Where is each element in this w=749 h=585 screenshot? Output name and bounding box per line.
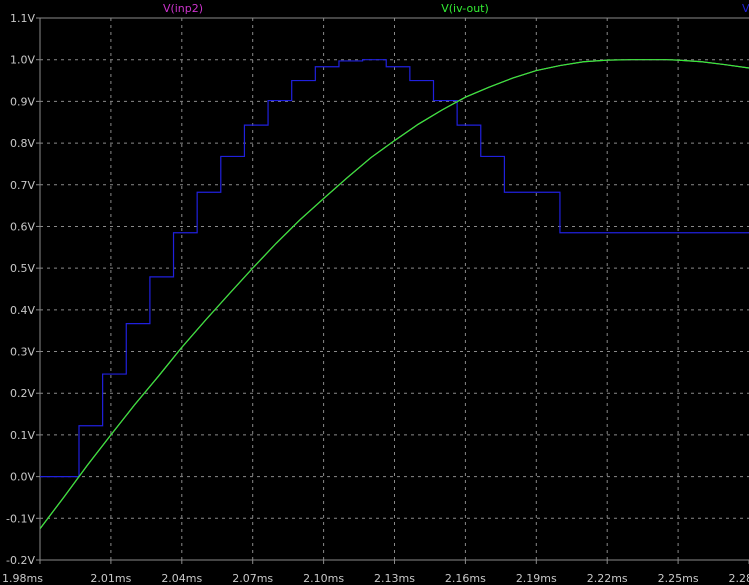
x-tick-label: 2.28ms xyxy=(729,572,749,585)
y-tick-label: 0.9V xyxy=(10,95,35,108)
y-tick-label: 1.1V xyxy=(10,12,35,25)
y-tick-label: 0.6V xyxy=(10,220,35,233)
y-tick-label: 1.0V xyxy=(10,54,35,67)
y-tick-label: -0.1V xyxy=(6,512,35,525)
plot-frame xyxy=(39,17,749,561)
y-tick-label: 0.7V xyxy=(10,179,35,192)
legend: V(inp2) V(iv-out) V(dac) xyxy=(163,2,749,15)
y-tick-label: 0.3V xyxy=(10,346,35,359)
x-tick-label: 2.19ms xyxy=(516,572,557,585)
x-tick-label: 2.10ms xyxy=(303,572,344,585)
y-tick-label: 0.5V xyxy=(10,262,35,275)
x-tick-label: 1.98ms xyxy=(2,572,43,585)
y-tick-label: 0.4V xyxy=(10,304,35,317)
x-tick-label: 2.25ms xyxy=(658,572,699,585)
x-tick-label: 2.16ms xyxy=(445,572,486,585)
y-tick-label: 0.8V xyxy=(10,137,35,150)
legend-label-0: V(inp2) xyxy=(163,2,203,15)
y-tick-labels: 1.1V 1.0V 0.9V 0.8V 0.7V 0.6V 0.5V 0.4V 0.3V 0.2V… xyxy=(6,12,35,567)
y-tick-label: 0.2V xyxy=(10,387,35,400)
x-tick-label: 2.13ms xyxy=(374,572,415,585)
x-tick-labels: 1.98ms 2.01ms 2.04ms 2.07ms 2.10ms 2.13ms 2.16… xyxy=(2,572,749,585)
y-tick-label: 0.1V xyxy=(10,429,35,442)
x-tick-label: 2.01ms xyxy=(90,572,131,585)
legend-label-1: V(iv-out) xyxy=(441,2,489,15)
waveform-plot: 1.1V 1.0V 0.9V 0.8V 0.7V 0.6V 0.5V 0.4V 0.3V 0.2V… xyxy=(2,2,749,585)
x-tick-label: 2.22ms xyxy=(587,572,628,585)
y-tick-label: 0.0V xyxy=(10,471,35,484)
y-tick-label: -0.2V xyxy=(6,554,35,567)
x-tick-label: 2.07ms xyxy=(232,572,273,585)
x-tick-label: 2.04ms xyxy=(161,572,202,585)
legend-label-2: V(dac) xyxy=(742,2,749,15)
grid-lines xyxy=(36,17,749,564)
